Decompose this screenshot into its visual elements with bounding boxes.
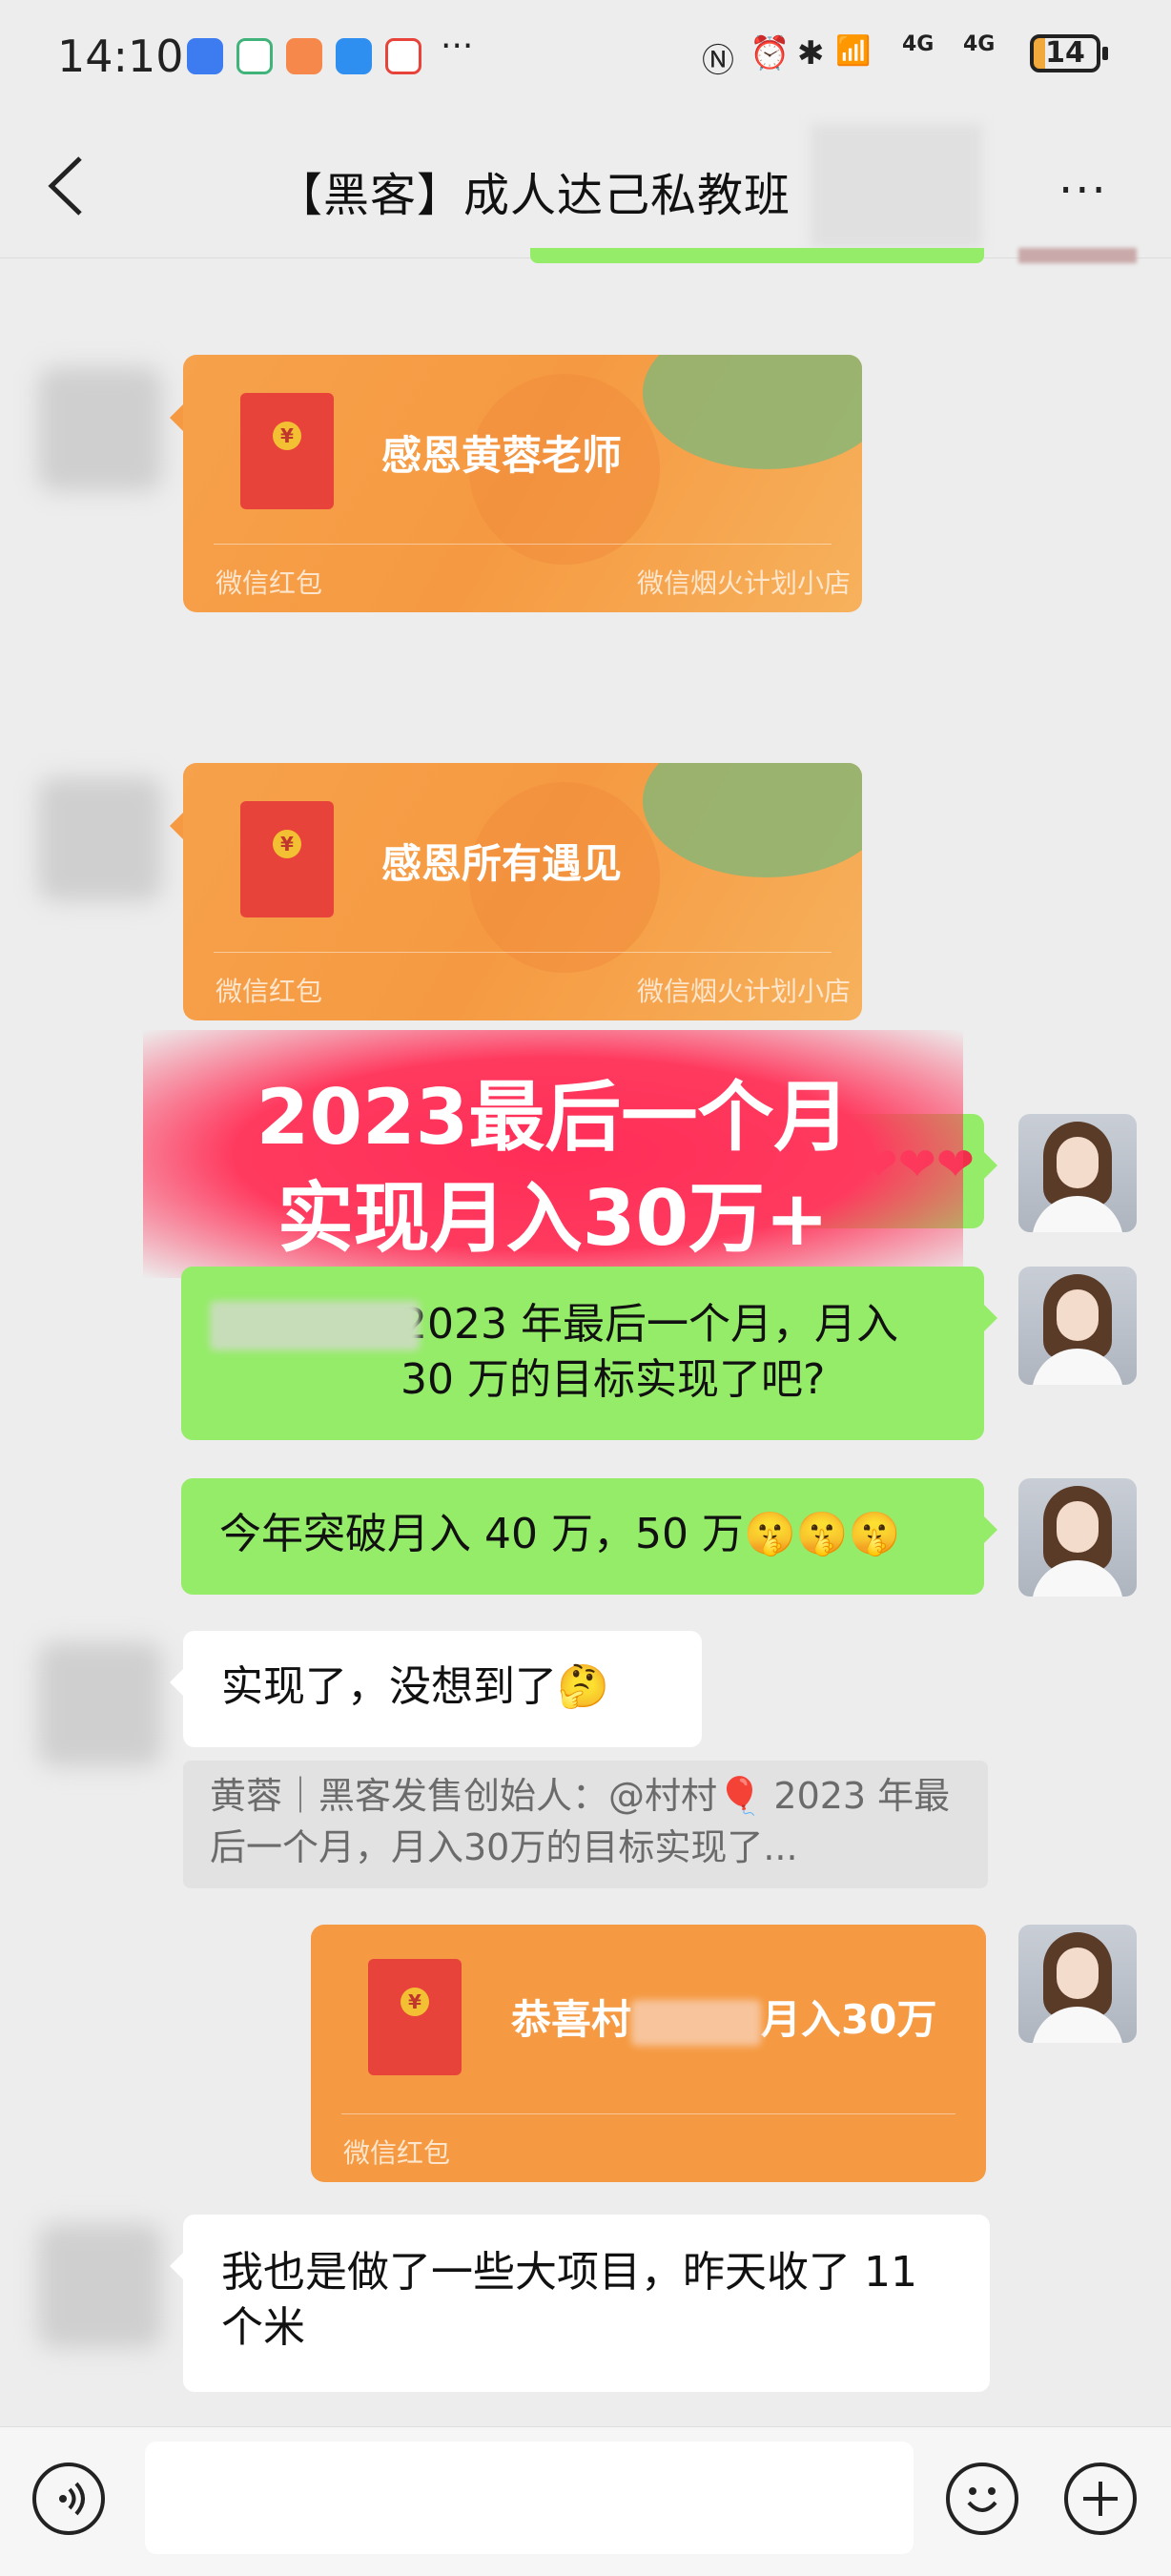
redacted-region — [811, 124, 982, 248]
message-bubble[interactable]: 我也是做了一些大项目，昨天收了 11 个米 — [170, 2215, 990, 2392]
red-packet-label: 微信红包 — [216, 567, 323, 599]
message-text: 我也是做了一些大项目，昨天收了 11 个米 — [221, 2248, 917, 2352]
emoji-icon[interactable] — [946, 2463, 1018, 2535]
bluetooth-icon: ✱ — [797, 34, 825, 72]
red-packet-source: 微信烟火计划小店 — [636, 976, 851, 1007]
alarm-icon: ⏰ — [750, 34, 791, 72]
bubble-tail — [170, 813, 183, 839]
plus-icon[interactable] — [1064, 2463, 1137, 2535]
red-packet[interactable]: 恭喜村 月入30万 微信红包 — [311, 1925, 986, 2182]
more-icon[interactable]: ··· — [1058, 164, 1108, 217]
banner-line-1: 2023最后一个月 — [256, 1073, 851, 1162]
battery-icon: 14 — [1030, 34, 1108, 72]
red-packet-icon — [240, 801, 334, 917]
thinking-emoji: 🤔 — [557, 1662, 609, 1711]
red-packet-label: 微信红包 — [343, 2137, 451, 2169]
avatar[interactable] — [1018, 1478, 1137, 1597]
avatar[interactable] — [1018, 1925, 1137, 2043]
promo-banner: 2023最后一个月 实现月入30万+ — [143, 1030, 963, 1278]
app-notification-icon — [385, 38, 421, 74]
avatar[interactable] — [1018, 1114, 1137, 1232]
voice-icon[interactable] — [32, 2463, 105, 2535]
message-bubble[interactable]: 今年突破月入 40 万，50 万🤫🤫🤫 — [181, 1478, 997, 1595]
redacted-mention — [210, 1301, 420, 1350]
message-bubble[interactable] — [530, 248, 984, 263]
red-packet[interactable]: 感恩所有遇见 微信红包 微信烟火计划小店 — [183, 763, 862, 1020]
shush-emoji: 🤫🤫🤫 — [743, 1510, 901, 1558]
message-text: 2023 年最后一个月，月入 30 万的目标实现了吧? — [401, 1300, 898, 1404]
red-packet-greeting: 感恩黄蓉老师 — [381, 432, 623, 479]
app-notification-icon — [236, 38, 273, 74]
app-notification-icon — [286, 38, 322, 74]
red-packet-icon — [368, 1959, 462, 2075]
app-notification-icon — [336, 38, 372, 74]
message-bubble[interactable]: 2023 年最后一个月，月入 30 万的目标实现了吧? — [181, 1267, 997, 1440]
nfc-icon: Ⓝ — [702, 42, 734, 80]
red-packet-greeting-suffix: 月入30万 — [761, 1996, 937, 2043]
red-packet-greeting: 感恩所有遇见 — [381, 840, 623, 887]
chat-title: 【黑客】成人达己私教班 — [277, 169, 791, 222]
network-type: 4G — [963, 32, 996, 56]
avatar[interactable] — [38, 1642, 162, 1766]
message-text: 实现了，没想到了 — [221, 1662, 557, 1711]
red-packet-label: 微信红包 — [216, 976, 323, 1007]
avatar[interactable] — [38, 777, 162, 901]
avatar[interactable] — [38, 367, 162, 491]
app-notification-icon — [187, 38, 223, 74]
quoted-message[interactable]: 黄蓉｜黑客发售创始人：@村村🎈 2023 年最后一个月，月入30万的目标实现了.… — [183, 1761, 988, 1888]
avatar[interactable] — [1018, 248, 1137, 263]
avatar[interactable] — [38, 2224, 162, 2348]
wifi-icon: 📶 — [835, 34, 872, 68]
message-text: 今年突破月入 40 万，50 万 — [219, 1510, 744, 1558]
redacted-name — [631, 1999, 762, 2046]
message-bubble[interactable]: 实现了，没想到了🤔 — [170, 1631, 702, 1747]
banner-line-2: 实现月入30万+ — [277, 1174, 830, 1263]
bubble-tail — [170, 404, 183, 431]
status-time: 14:10 — [57, 31, 184, 82]
message-input[interactable] — [145, 2442, 914, 2554]
back-icon[interactable] — [38, 151, 95, 221]
red-packet-icon — [240, 393, 334, 509]
network-type: 4G — [902, 32, 935, 56]
avatar[interactable] — [1018, 1267, 1137, 1385]
red-packet-greeting: 恭喜村 — [511, 1996, 632, 2043]
red-packet[interactable]: 感恩黄蓉老师 微信红包 微信烟火计划小店 — [183, 355, 862, 612]
status-more: ··· — [441, 27, 474, 66]
red-packet-source: 微信烟火计划小店 — [636, 567, 851, 599]
